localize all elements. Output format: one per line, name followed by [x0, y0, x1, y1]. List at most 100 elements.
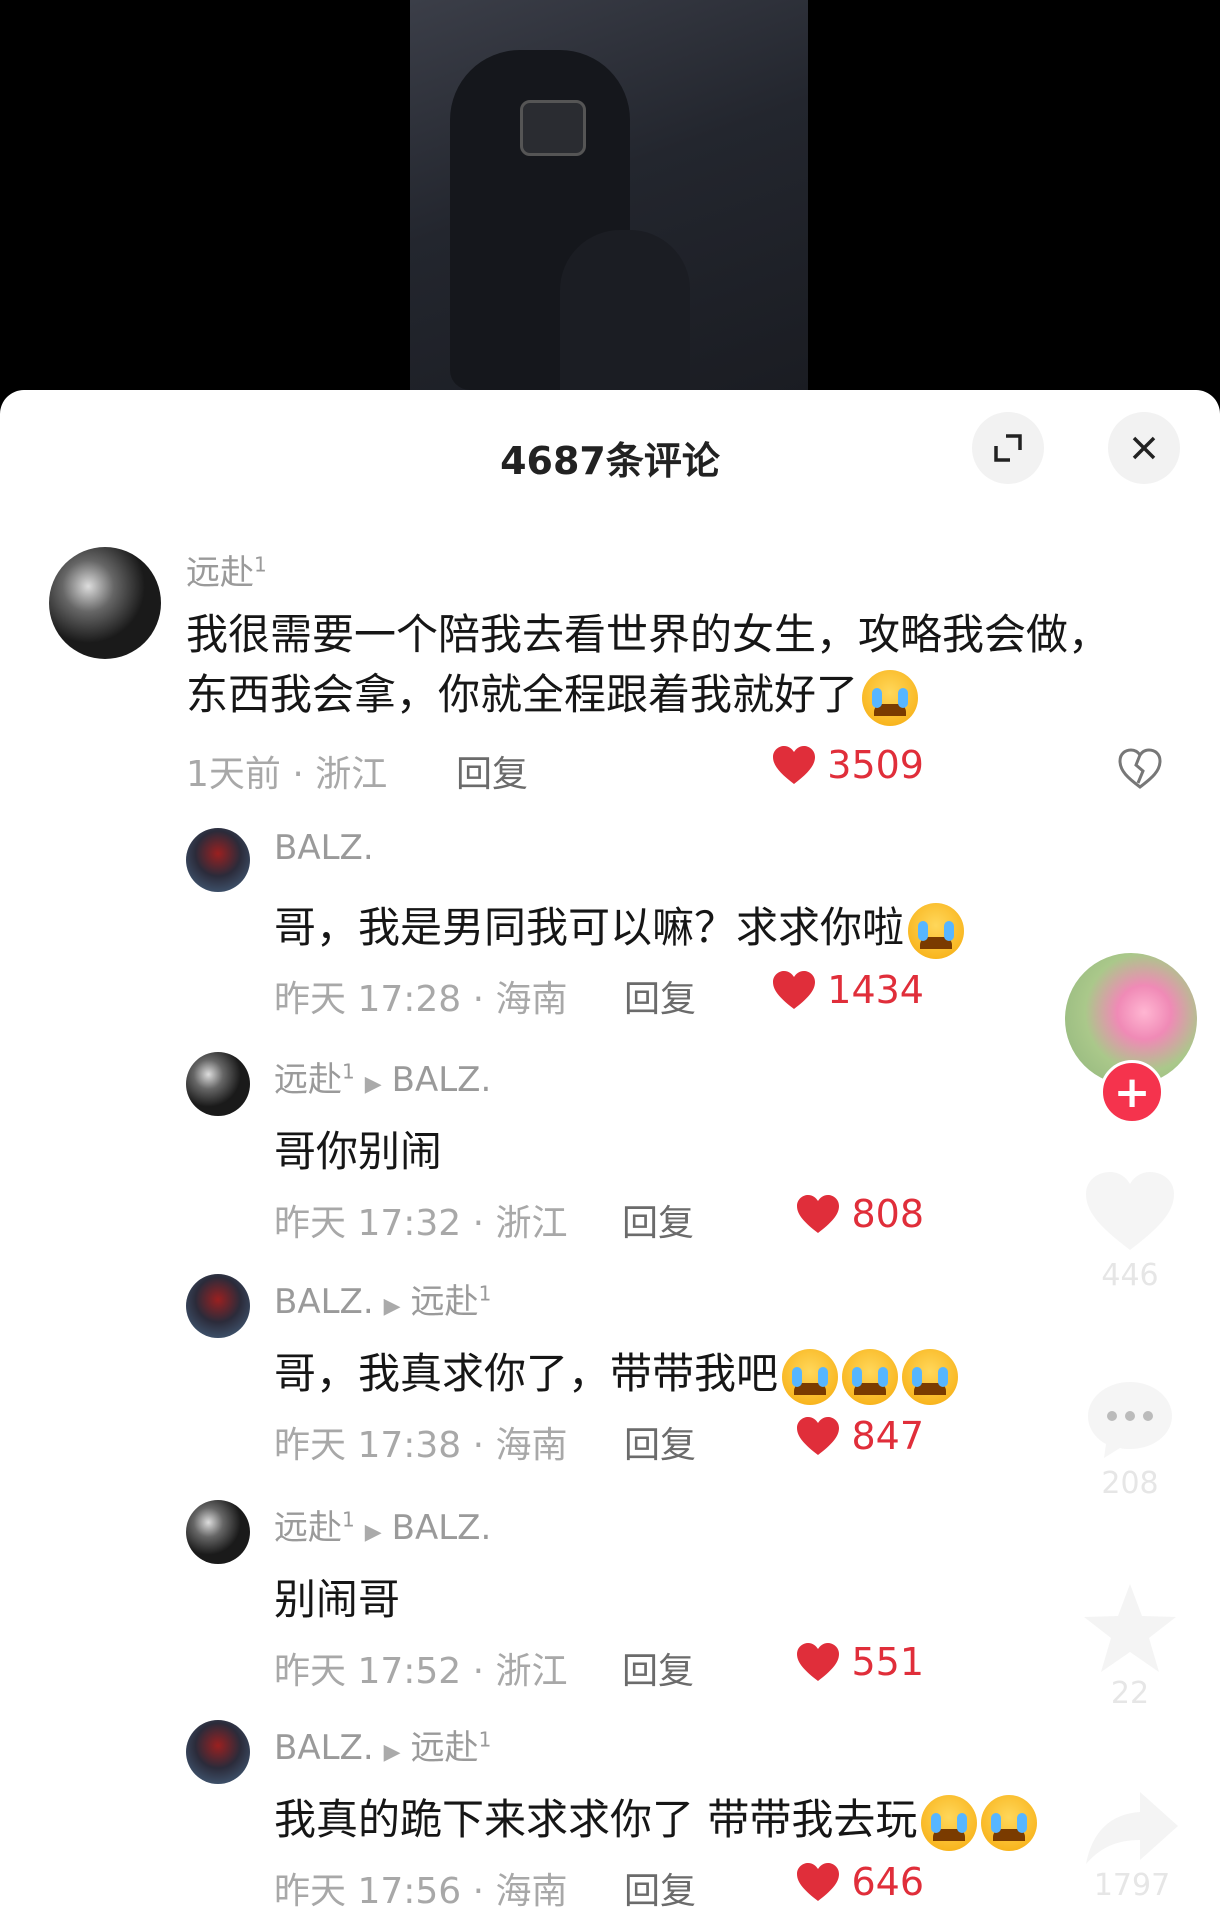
reply-meta: 昨天 17:38 · 海南	[274, 1425, 568, 1466]
like-button[interactable]: 3509	[771, 743, 924, 787]
heart-icon	[773, 746, 816, 784]
share-arrow-icon	[1086, 1792, 1178, 1864]
avatar[interactable]	[49, 547, 161, 659]
like-count: 646	[851, 1860, 924, 1904]
author-name: 远赴	[274, 1508, 342, 1548]
reply-text-body: 哥，我真求你了，带带我吧	[274, 1349, 779, 1398]
reply-button[interactable]: 回复	[624, 1862, 696, 1914]
reply-button[interactable]: 回复	[456, 745, 528, 797]
author-name: BALZ.	[274, 1728, 374, 1768]
reply-to-name: BALZ.	[391, 1508, 492, 1548]
crying-emoji-icon	[862, 669, 919, 726]
comment-author[interactable]: 远赴1	[186, 545, 267, 594]
reply-to-name: 远赴	[410, 1728, 479, 1768]
author-name: 远赴	[186, 553, 254, 593]
reply-text-body: 我真的跪下来求求你了 带带我去玩	[274, 1795, 918, 1844]
avatar[interactable]	[186, 1720, 250, 1784]
reply-author[interactable]: 远赴1 ▶ BALZ.	[274, 1500, 491, 1549]
author-name: BALZ.	[274, 1282, 374, 1322]
video-favorite-button[interactable]: 22	[1080, 1580, 1180, 1711]
heart-icon	[797, 1643, 840, 1681]
like-button[interactable]: 847	[795, 1414, 924, 1458]
reply-author[interactable]: BALZ.	[274, 828, 374, 868]
reply-item: 远赴1 ▶ BALZ. 别闹哥 昨天 17:52 · 浙江 回复 551	[0, 1500, 1100, 1700]
like-button[interactable]: 551	[795, 1640, 924, 1684]
reply-text: 哥，我真求你了，带带我吧	[274, 1344, 1094, 1405]
comment-item: 远赴1 我很需要一个陪我去看世界的女生，攻略我会做，东西我会拿，你就全程跟着我就…	[0, 545, 1162, 797]
reply-meta: 昨天 17:52 · 浙江	[274, 1651, 568, 1692]
avatar[interactable]	[186, 828, 250, 892]
like-button[interactable]: 808	[795, 1192, 924, 1236]
video-figure	[560, 230, 690, 400]
reply-to-name: 远赴	[410, 1282, 479, 1322]
reply-item: BALZ. ▶ 远赴1 我真的跪下来求求你了 带带我去玩 昨天 17:56 · 海南…	[0, 1720, 1100, 1919]
author-level: 1	[342, 1059, 355, 1084]
video-comment-button[interactable]: 208	[1082, 1376, 1178, 1501]
close-icon	[1132, 436, 1156, 460]
like-button[interactable]: 646	[795, 1860, 924, 1904]
heart-icon	[797, 1863, 840, 1901]
crying-emoji-icon	[902, 1348, 959, 1405]
follow-button[interactable]: +	[1100, 1060, 1164, 1124]
star-icon	[1084, 1584, 1176, 1672]
reply-button[interactable]: 回复	[622, 1642, 694, 1694]
video-share-button[interactable]: 1797	[1082, 1788, 1182, 1903]
video-player[interactable]	[0, 0, 1220, 400]
reply-author[interactable]: BALZ. ▶ 远赴1	[274, 1274, 491, 1323]
reply-arrow-icon: ▶	[383, 1740, 401, 1765]
like-count: 808	[851, 1192, 924, 1236]
crying-emoji-icon	[981, 1794, 1038, 1851]
avatar[interactable]	[186, 1500, 250, 1564]
reply-meta: 昨天 17:56 · 海南	[274, 1871, 568, 1912]
like-button[interactable]: 1434	[771, 968, 924, 1012]
comment-icon	[1088, 1382, 1172, 1458]
reply-author[interactable]: BALZ. ▶ 远赴1	[274, 1720, 491, 1769]
author-name: 远赴	[274, 1060, 342, 1100]
reply-item: 远赴1 ▶ BALZ. 哥你别闹 昨天 17:32 · 浙江 回复 808	[0, 1052, 1100, 1252]
video-figure-mask	[520, 100, 586, 156]
crying-emoji-icon	[921, 1794, 978, 1851]
reply-to-name: BALZ.	[391, 1060, 492, 1100]
author-level: 1	[342, 1507, 355, 1532]
comment-meta: 1天前 · 浙江	[186, 754, 388, 795]
reply-meta: 昨天 17:32 · 浙江	[274, 1203, 568, 1244]
reply-to-level: 1	[478, 1727, 492, 1752]
video-favorite-count: 22	[1110, 1676, 1150, 1711]
reply-button[interactable]: 回复	[624, 970, 696, 1022]
close-button[interactable]	[1108, 412, 1180, 484]
crying-emoji-icon	[842, 1348, 899, 1405]
sheet-header: 4687条评论	[0, 390, 1220, 510]
reply-button[interactable]: 回复	[624, 1416, 696, 1468]
reply-item: BALZ. ▶ 远赴1 哥，我真求你了，带带我吧 昨天 17:38 · 海南 回复 …	[0, 1274, 1100, 1474]
reply-arrow-icon: ▶	[364, 1520, 382, 1545]
dislike-icon[interactable]	[1116, 745, 1164, 793]
comment-text-body: 我很需要一个陪我去看世界的女生，攻略我会做，东西我会拿，你就全程跟着我就好了	[186, 610, 1111, 719]
reply-meta: 昨天 17:28 · 海南	[274, 979, 568, 1020]
video-like-button[interactable]: 446	[1082, 1168, 1178, 1293]
reply-button[interactable]: 回复	[622, 1194, 694, 1246]
video-like-count: 446	[1101, 1258, 1159, 1293]
reply-text: 别闹哥	[274, 1575, 401, 1624]
video-share-count: 1797	[1093, 1868, 1171, 1903]
comment-text: 我很需要一个陪我去看世界的女生，攻略我会做，东西我会拿，你就全程跟着我就好了	[186, 605, 1136, 726]
author-level: 1	[254, 552, 267, 577]
avatar[interactable]	[186, 1052, 250, 1116]
heart-icon	[797, 1417, 840, 1455]
heart-icon	[797, 1195, 840, 1233]
like-count: 847	[851, 1414, 924, 1458]
like-count: 3509	[827, 743, 924, 787]
expand-button[interactable]	[972, 412, 1044, 484]
reply-to-level: 1	[478, 1281, 492, 1306]
avatar[interactable]	[186, 1274, 250, 1338]
expand-icon	[994, 434, 1022, 462]
reply-author[interactable]: 远赴1 ▶ BALZ.	[274, 1052, 491, 1101]
heart-icon	[1086, 1172, 1174, 1250]
reply-arrow-icon: ▶	[364, 1072, 382, 1097]
reply-item: BALZ. 哥，我是男同我可以嘛？求求你啦 昨天 17:28 · 海南 回复 1…	[0, 828, 1100, 1028]
like-count: 551	[851, 1640, 924, 1684]
video-frame[interactable]	[410, 0, 808, 400]
video-comment-count: 208	[1101, 1466, 1159, 1501]
reply-arrow-icon: ▶	[383, 1294, 401, 1319]
reply-text-body: 哥，我是男同我可以嘛？求求你啦	[274, 903, 905, 952]
like-count: 1434	[827, 968, 924, 1012]
